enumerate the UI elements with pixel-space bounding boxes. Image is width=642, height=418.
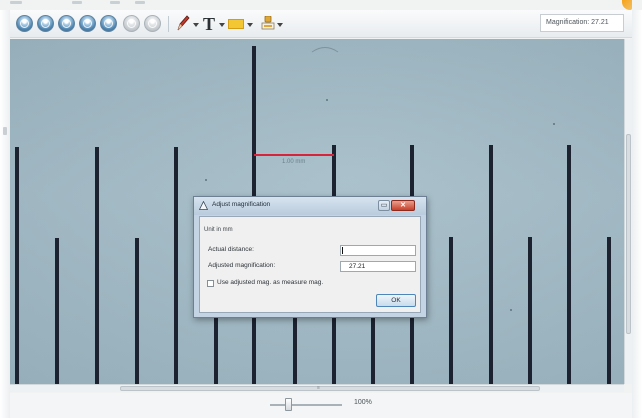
stamp-icon[interactable] — [261, 15, 275, 31]
stamp-dropdown-icon[interactable] — [277, 23, 283, 27]
highlight-icon[interactable] — [228, 19, 244, 29]
zoom-percentage: 100% — [354, 399, 372, 406]
scale-tick — [95, 147, 99, 384]
magnification-readout: Magnification: 27.21 — [540, 14, 624, 32]
toolbar: T Magnification: 27.21 — [10, 10, 632, 38]
actual-distance-input[interactable] — [340, 245, 416, 256]
scale-tick — [135, 238, 139, 384]
horizontal-scrollbar[interactable]: ≡ — [10, 384, 624, 392]
text-dropdown-icon[interactable] — [219, 23, 225, 27]
image-speck — [553, 123, 555, 125]
scroll-grip-icon: ≡ — [317, 385, 320, 391]
image-speck — [205, 179, 207, 181]
adjusted-magnification-label: Adjusted magnification: — [208, 262, 276, 269]
next-icon[interactable] — [144, 15, 161, 32]
dialog-body: Unit in mm Actual distance: Adjusted mag… — [199, 216, 421, 313]
fit-window-icon[interactable] — [100, 15, 117, 32]
previous-icon[interactable] — [123, 15, 140, 32]
window-right-frame — [632, 10, 642, 418]
text-cursor — [342, 247, 343, 254]
window-top-edge — [10, 0, 210, 8]
vertical-scrollbar[interactable] — [624, 39, 632, 384]
dialog-title: Adjust magnification — [212, 201, 271, 208]
vertical-scroll-thumb[interactable] — [626, 134, 631, 334]
minimize-button[interactable]: ▭ — [378, 200, 390, 211]
adjusted-magnification-value: 27.21 — [349, 263, 366, 270]
highlight-dropdown-icon[interactable] — [247, 23, 253, 27]
scale-tick — [15, 147, 19, 384]
rotate-right-icon[interactable] — [79, 15, 96, 32]
image-viewer-app: T Magnification: 27.21 1.00 mm ≡ 100% Ad… — [0, 0, 642, 418]
text-tool-icon[interactable]: T — [203, 14, 217, 34]
zoom-out-icon[interactable] — [37, 15, 54, 32]
use-adjusted-mag-label[interactable]: Use adjusted mag. as measure mag. — [217, 279, 323, 286]
zoom-bar: 100% — [10, 393, 632, 418]
pencil-tool-button[interactable] — [175, 14, 191, 34]
pencil-dropdown-icon[interactable] — [193, 23, 199, 27]
toolbar-separator — [168, 16, 169, 32]
splitter-handle[interactable] — [3, 127, 7, 135]
ok-button[interactable]: OK — [376, 294, 416, 307]
app-icon — [199, 201, 208, 210]
scale-tick — [607, 237, 611, 384]
horizontal-scroll-thumb[interactable] — [120, 386, 540, 391]
adjusted-magnification-field[interactable]: 27.21 — [340, 261, 416, 272]
scale-tick — [55, 238, 59, 384]
use-adjusted-mag-checkbox[interactable] — [207, 280, 214, 287]
scale-tick — [449, 237, 453, 384]
measurement-label: 1.00 mm — [282, 159, 306, 165]
scale-tick — [528, 237, 532, 384]
actual-distance-label: Actual distance: — [208, 246, 254, 253]
dialog-titlebar[interactable]: Adjust magnification ▭ ✕ — [194, 197, 426, 215]
adjust-magnification-dialog: Adjust magnification ▭ ✕ Unit in mm Actu… — [193, 196, 427, 318]
units-note: Unit in mm — [204, 227, 233, 233]
scale-tick — [174, 147, 178, 384]
measurement-line[interactable] — [254, 154, 334, 156]
window-left-frame — [0, 10, 10, 418]
scale-tick — [489, 145, 493, 384]
zoom-slider-thumb[interactable] — [285, 398, 292, 411]
scale-tick — [567, 145, 571, 384]
image-speck — [510, 309, 512, 311]
image-speck — [326, 99, 328, 101]
zoom-slider[interactable] — [270, 404, 342, 406]
image-artifact-arc — [311, 47, 339, 53]
pencil-icon — [177, 15, 190, 31]
close-button[interactable]: ✕ — [391, 200, 415, 211]
zoom-in-icon[interactable] — [16, 15, 33, 32]
corner-logo-icon — [622, 0, 632, 10]
rotate-left-icon[interactable] — [58, 15, 75, 32]
